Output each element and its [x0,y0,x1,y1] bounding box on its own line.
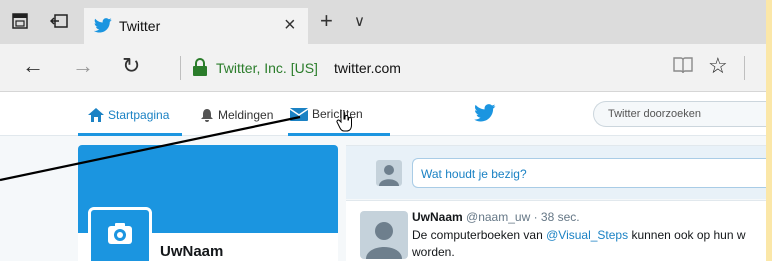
callout-line [0,115,301,182]
hand-cursor-icon [336,109,352,137]
